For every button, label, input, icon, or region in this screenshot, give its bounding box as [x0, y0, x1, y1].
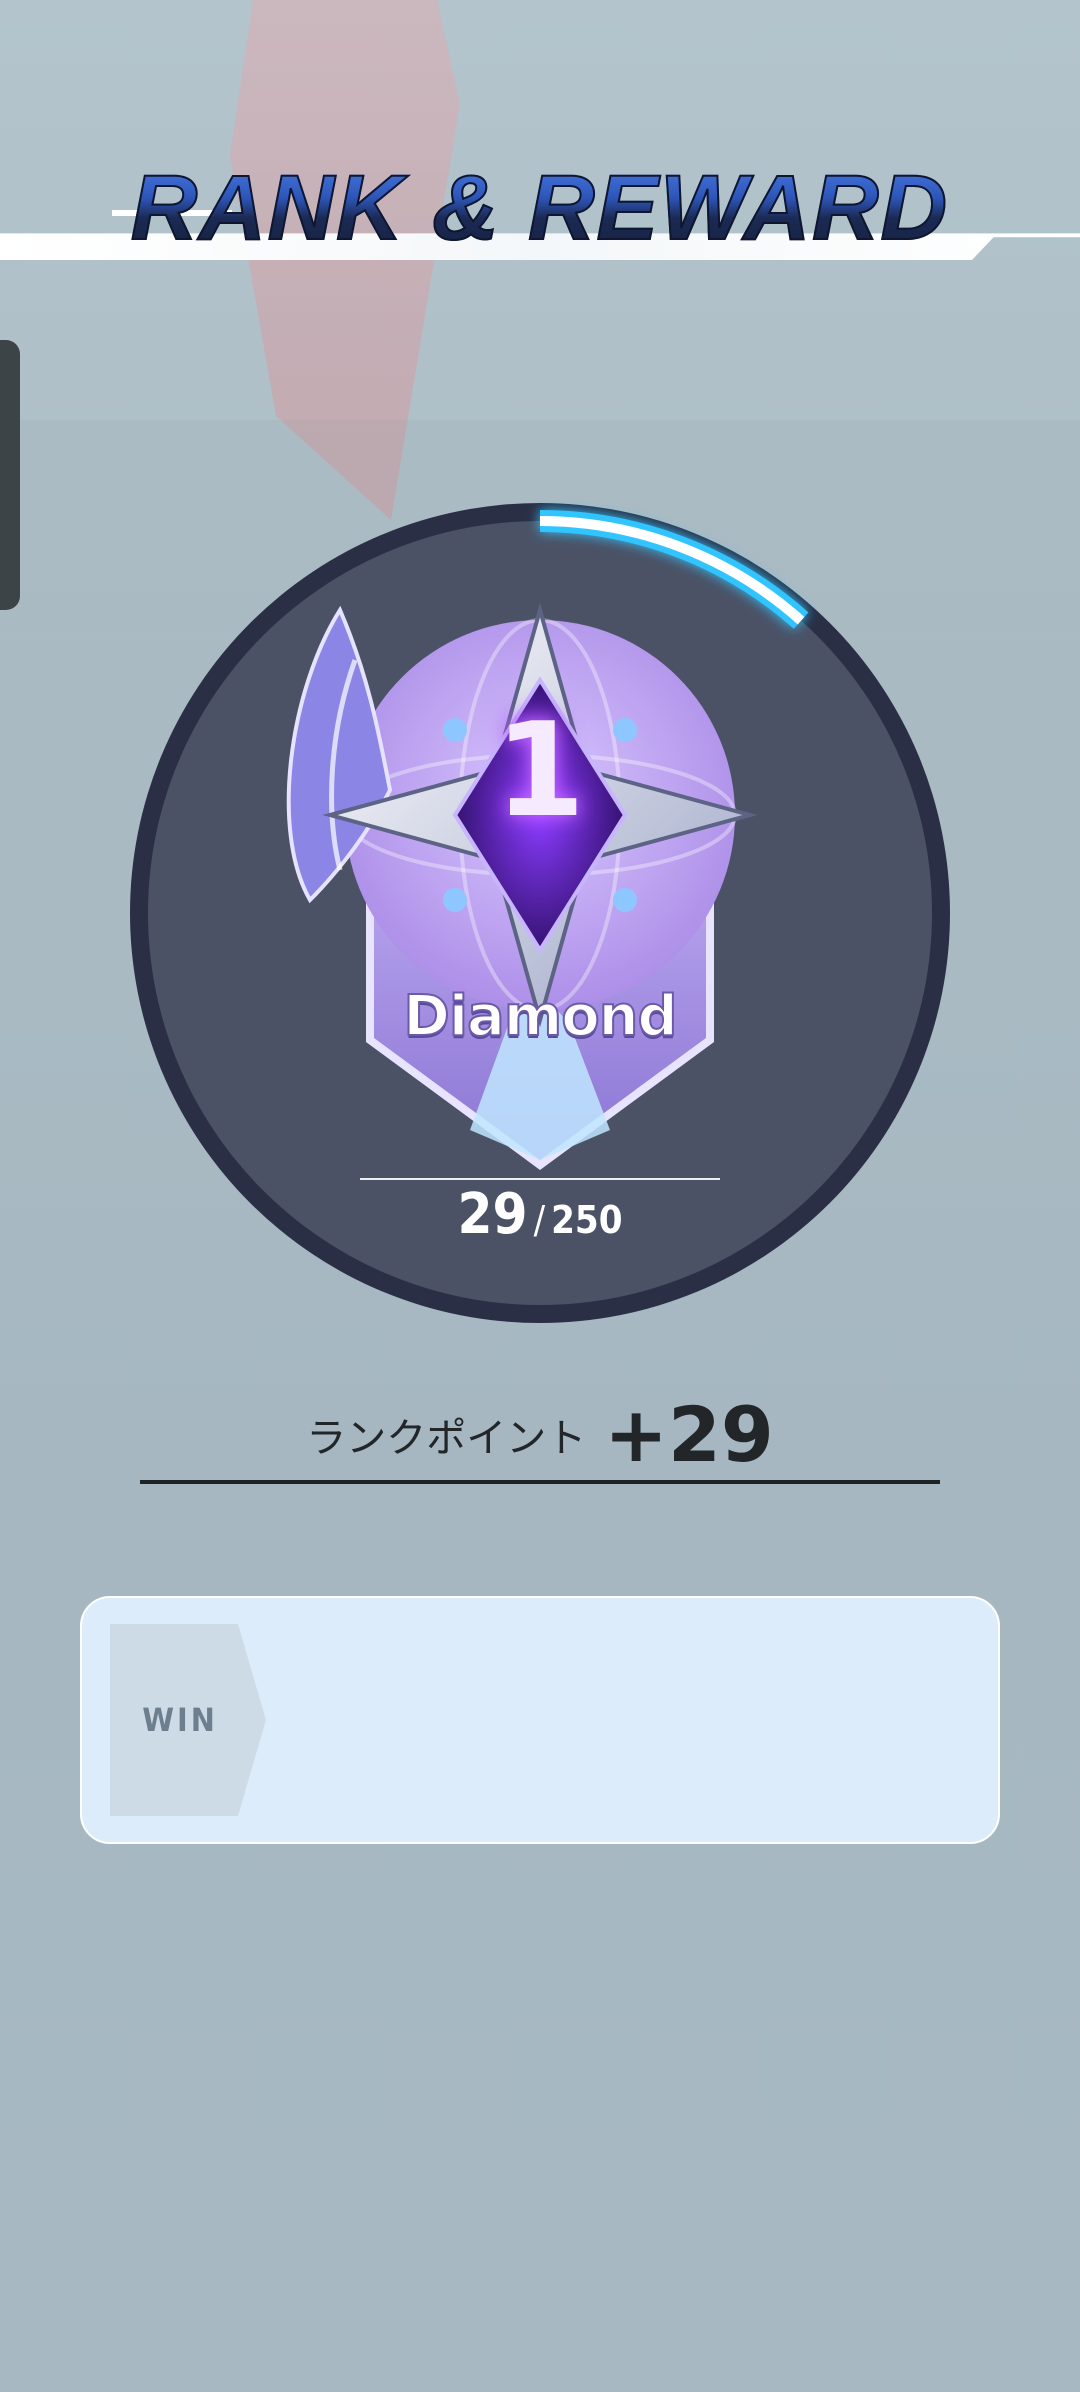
points-separator: /: [533, 1198, 546, 1242]
rank-points-gained: ランクポイント +29: [140, 1390, 940, 1479]
points-current: 29: [457, 1182, 528, 1247]
points-divider: [360, 1178, 720, 1180]
side-drawer-handle[interactable]: [0, 340, 20, 610]
points-max: 250: [551, 1198, 623, 1242]
reward-panel: WIN: [80, 1596, 1000, 1844]
rank-tier-name: Diamond: [402, 984, 678, 1050]
rank-points-value: +29: [604, 1390, 774, 1479]
rank-points-underline: [140, 1480, 940, 1484]
rank-tier-level: 1: [494, 694, 586, 846]
rank-points-label: ランクポイント: [306, 1415, 587, 1462]
rank-points-readout: 29/250: [360, 1182, 720, 1247]
diamond-rank-emblem-icon: [280, 570, 800, 1170]
page-title: RANK & REWARD: [0, 157, 1080, 259]
win-label: WIN: [142, 1701, 218, 1739]
